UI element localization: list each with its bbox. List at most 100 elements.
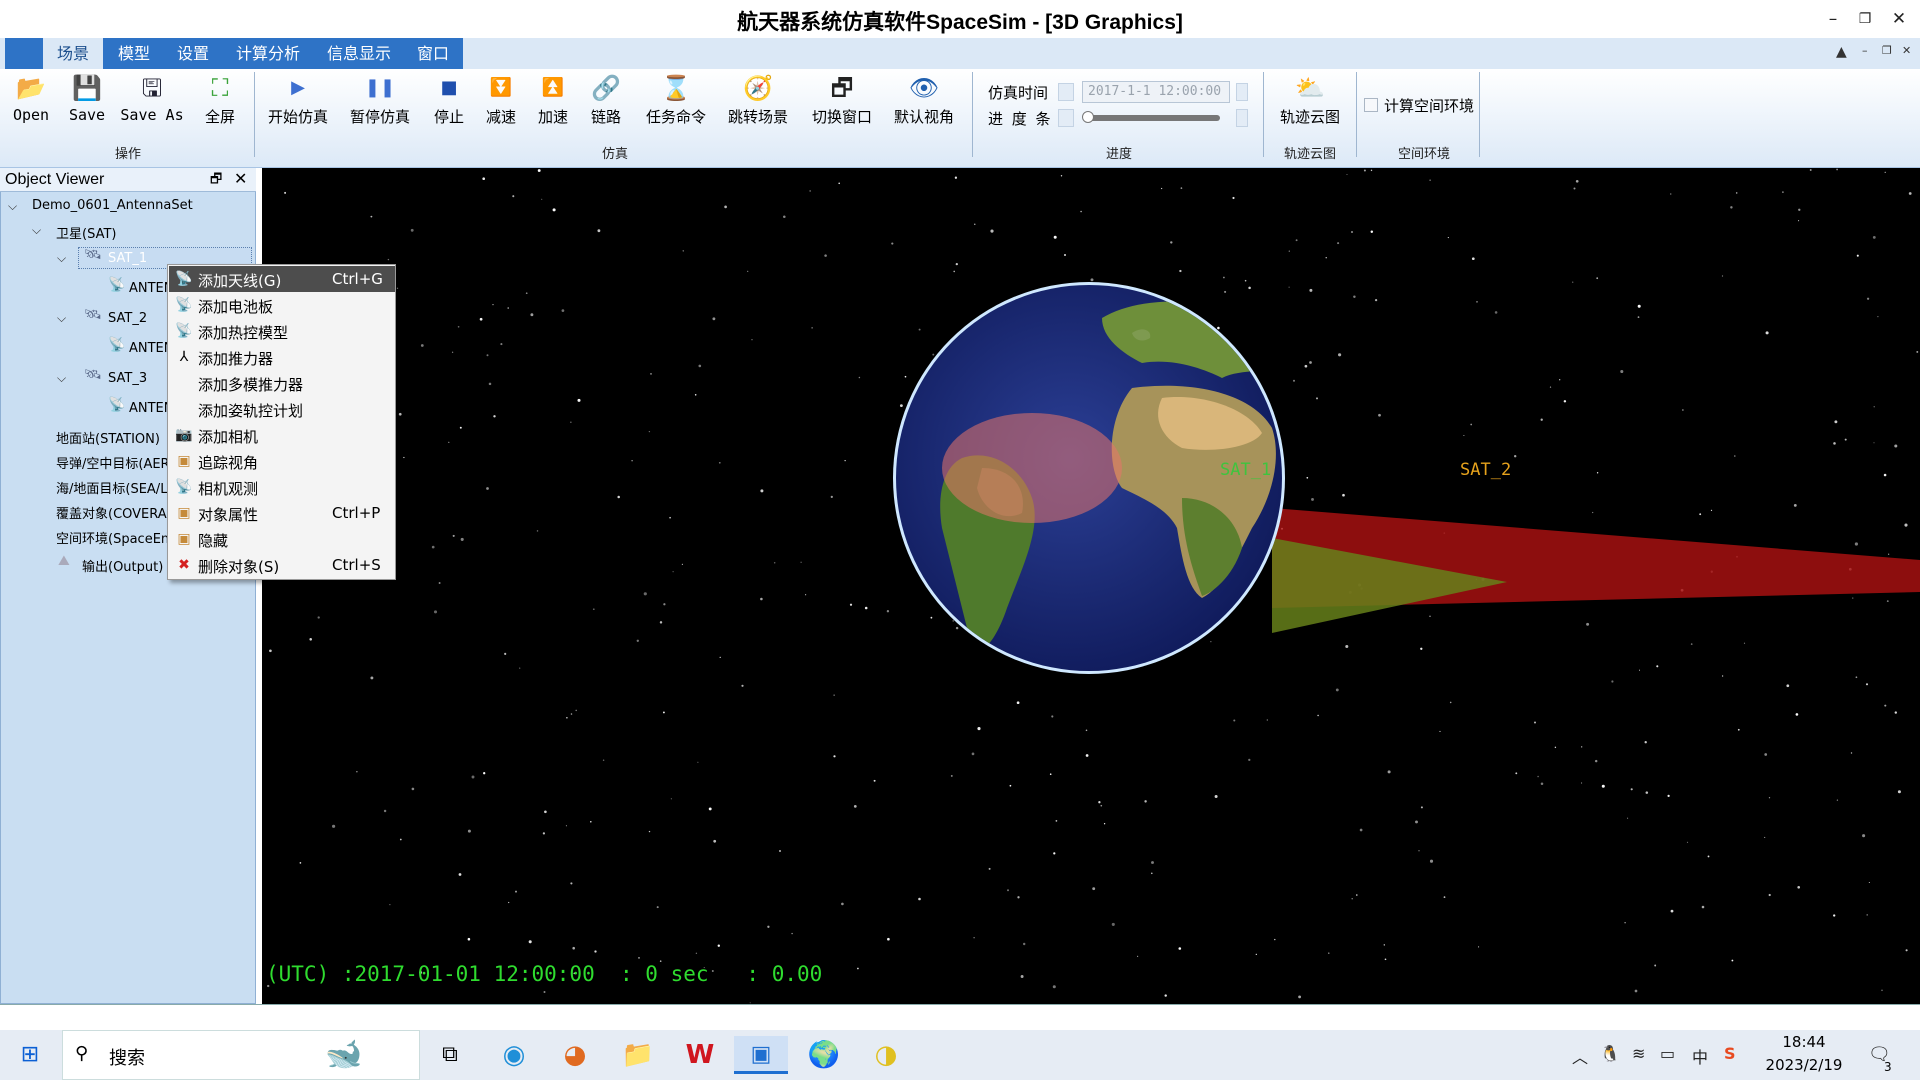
menu-item-add-multimode-thruster[interactable]: 添加多模推力器 xyxy=(169,370,395,396)
earth-app-icon[interactable]: 🌍 xyxy=(804,1036,844,1074)
star xyxy=(525,292,528,295)
spacesim-app-icon[interactable]: ▣ xyxy=(734,1036,788,1074)
pause-sim-button[interactable]: ❚❚ 暂停仿真 xyxy=(344,70,416,136)
taskbar-search-box[interactable]: ⚲ 搜索 🐋 xyxy=(62,1030,420,1080)
ribbon-collapse-icon[interactable]: ▲ xyxy=(1836,44,1847,60)
file-explorer-icon[interactable]: 📁 xyxy=(618,1036,658,1074)
mdi-minimize-icon[interactable]: – xyxy=(1862,44,1868,57)
menu-item-add-attitude-plan[interactable]: 添加姿轨控计划 xyxy=(169,396,395,422)
speed-up-button[interactable]: ⏫ 加速 xyxy=(532,70,574,136)
tree-antenna-2[interactable]: ANTENNA xyxy=(129,341,167,356)
tab-settings[interactable]: 设置 xyxy=(165,38,221,69)
link-button[interactable]: 🔗 链路 xyxy=(585,70,627,136)
menu-item-track-view[interactable]: ▣ 追踪视角 xyxy=(169,448,395,474)
start-sim-button[interactable]: ▶ 开始仿真 xyxy=(262,70,334,136)
mdi-restore-icon[interactable]: ❐ xyxy=(1882,44,1892,57)
stop-button[interactable]: ■ 停止 xyxy=(428,70,470,136)
object-viewer-title: Object Viewer xyxy=(5,171,105,188)
star xyxy=(1596,277,1599,280)
save-button[interactable]: 💾 Save xyxy=(64,70,110,136)
tree-sat-3[interactable]: SAT_3 xyxy=(108,371,147,386)
menu-item-camera-observe[interactable]: 📡 相机观测 xyxy=(169,474,395,500)
chevron-down-icon[interactable]: ⌵ xyxy=(57,251,66,266)
progress-slider-track[interactable] xyxy=(1082,111,1220,123)
tray-expand-icon[interactable]: ︿ xyxy=(1572,1044,1588,1068)
tree-output[interactable]: 输出(Output) xyxy=(82,556,167,575)
star xyxy=(1180,187,1183,189)
tree-aero[interactable]: 导弹/空中目标(AERO) xyxy=(56,453,167,472)
star xyxy=(1420,806,1423,809)
pin-icon[interactable]: 🗗 xyxy=(210,170,222,192)
scene-canvas[interactable]: SAT_1 SAT_2 xyxy=(262,168,1920,1004)
menu-item-add-thermal-model[interactable]: 📡 添加热控模型 xyxy=(169,318,395,344)
chevron-down-icon[interactable]: ⌵ xyxy=(8,199,17,214)
star xyxy=(451,351,454,353)
tree-station[interactable]: 地面站(STATION) xyxy=(56,428,167,447)
star xyxy=(1274,938,1276,941)
clock-time[interactable]: 18:44 xyxy=(1762,1033,1846,1051)
sogou-icon[interactable]: S xyxy=(1724,1044,1736,1063)
mdi-close-icon[interactable]: ✕ xyxy=(1902,44,1911,57)
jump-scene-button[interactable]: 🧭 跳转场景 xyxy=(722,70,794,136)
star xyxy=(1248,758,1251,762)
progress-slider-thumb[interactable] xyxy=(1082,111,1094,123)
3d-graphics-view[interactable]: SAT_1 SAT_2 xyxy=(262,168,1920,1004)
wifi-icon[interactable]: ≋ xyxy=(1632,1044,1645,1063)
menu-item-delete[interactable]: ✖ 删除对象(S) Ctrl+S xyxy=(169,552,395,578)
battery-icon[interactable]: ▭ xyxy=(1660,1044,1675,1063)
tree-space-env[interactable]: 空间环境(SpaceEnv) xyxy=(56,528,167,547)
sim-time-field[interactable]: 2017-1-1 12:00:00 xyxy=(1082,81,1230,103)
panel-close-icon[interactable]: ✕ xyxy=(234,169,247,188)
menu-item-add-camera[interactable]: 📷 添加相机 xyxy=(169,422,395,448)
colorful-app-icon[interactable]: ◑ xyxy=(866,1036,906,1074)
tree-coverage[interactable]: 覆盖对象(COVERAGE) xyxy=(56,503,167,522)
star xyxy=(783,215,786,218)
menu-item-add-solar-panel[interactable]: 📡 添加电池板 xyxy=(169,292,395,318)
chevron-down-icon[interactable]: ⌵ xyxy=(57,371,66,386)
space-env-checkbox[interactable] xyxy=(1364,98,1378,112)
restore-icon[interactable]: ❐ xyxy=(1850,6,1880,32)
tree-sat-1[interactable]: SAT_1 xyxy=(108,251,147,266)
menu-item-add-thruster[interactable]: ⅄ 添加推力器 xyxy=(169,344,395,370)
edge-browser-icon[interactable]: ◉ xyxy=(494,1036,534,1074)
tree-sat-group[interactable]: 卫星(SAT) xyxy=(56,223,116,242)
default-view-button[interactable]: 👁 默认视角 xyxy=(888,70,960,136)
task-command-button[interactable]: ⌛ 任务命令 xyxy=(640,70,712,136)
menu-item-add-antenna[interactable]: 📡 添加天线(G) Ctrl+G xyxy=(169,266,395,292)
tab-analysis[interactable]: 计算分析 xyxy=(228,38,308,69)
menu-item-properties[interactable]: ▣ 对象属性 Ctrl+P xyxy=(169,500,395,526)
task-view-icon[interactable]: ⧉ xyxy=(430,1036,470,1074)
windows-start-icon[interactable]: ⊞ xyxy=(10,1036,50,1074)
tree-root[interactable]: Demo_0601_AntennaSet xyxy=(32,198,193,213)
open-button[interactable]: 📂 Open xyxy=(8,70,54,136)
minimize-icon[interactable]: – xyxy=(1818,6,1848,32)
tree-sea-land[interactable]: 海/地面目标(SEA/LAND) xyxy=(56,478,167,497)
chevron-down-icon[interactable]: ⌵ xyxy=(32,223,41,238)
menu-item-hide[interactable]: ▣ 隐藏 xyxy=(169,526,395,552)
chevron-down-icon[interactable]: ⌵ xyxy=(57,311,66,326)
tree-antenna-3[interactable]: ANTENNA xyxy=(129,401,167,416)
switch-window-button[interactable]: 🗗 切换窗口 xyxy=(806,70,878,136)
fullscreen-button[interactable]: ⛶ 全屏 xyxy=(196,70,244,136)
time-spin-left[interactable] xyxy=(1058,83,1074,101)
tab-model[interactable]: 模型 xyxy=(106,38,162,69)
chrome-like-icon[interactable]: ◕ xyxy=(555,1036,595,1074)
star xyxy=(1051,715,1054,718)
tab-scene[interactable]: 场景 xyxy=(43,38,103,69)
save-as-button[interactable]: 🖫 Save As xyxy=(120,70,184,136)
tab-info[interactable]: 信息显示 xyxy=(318,38,400,69)
tab-window[interactable]: 窗口 xyxy=(408,38,458,69)
progress-spin-left[interactable] xyxy=(1058,109,1074,127)
star xyxy=(1537,775,1539,778)
trajectory-cloud-button[interactable]: ⛅ 轨迹云图 xyxy=(1272,70,1348,136)
close-icon[interactable]: ✕ xyxy=(1884,6,1914,32)
tree-sat-2[interactable]: SAT_2 xyxy=(108,311,147,326)
ime-indicator[interactable]: 中 xyxy=(1692,1044,1708,1068)
time-spin-right[interactable] xyxy=(1236,83,1248,101)
progress-spin-right[interactable] xyxy=(1236,109,1248,127)
qq-icon[interactable]: 🐧 xyxy=(1600,1044,1620,1063)
wps-icon[interactable]: W xyxy=(680,1036,720,1074)
tree-antenna-1[interactable]: ANTENNA xyxy=(129,281,167,296)
slow-down-button[interactable]: ⏬ 减速 xyxy=(480,70,522,136)
clock-date[interactable]: 2023/2/19 xyxy=(1762,1056,1846,1074)
